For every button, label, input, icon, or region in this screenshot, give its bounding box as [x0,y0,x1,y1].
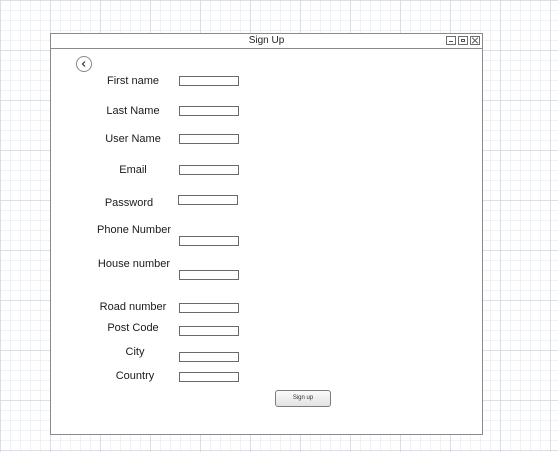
country-field[interactable] [179,372,239,382]
city-field[interactable] [179,352,239,362]
chevron-left-icon [81,61,86,67]
back-button[interactable] [76,56,92,72]
email-label: Email [119,164,147,176]
email-field[interactable] [179,165,239,175]
last-name-field[interactable] [179,106,239,116]
sign-up-button[interactable]: Sign up [275,390,331,407]
first-name-field[interactable] [179,76,239,86]
post-code-label: Post Code [107,322,159,334]
signup-window: Sign Up First name Last Name User Name E… [50,33,483,435]
country-label: Country [115,370,155,382]
post-code-field[interactable] [179,326,239,336]
city-label: City [125,346,145,358]
house-number-field[interactable] [179,270,239,280]
password-field[interactable] [178,195,238,205]
title-bar: Sign Up [51,34,482,49]
user-name-label: User Name [105,133,161,145]
maximize-icon[interactable] [458,36,468,45]
first-name-label: First name [107,75,159,87]
road-number-label: Road number [99,301,167,313]
last-name-label: Last Name [106,105,160,117]
close-icon[interactable] [470,36,480,45]
road-number-field[interactable] [179,303,239,313]
password-label: Password [104,197,154,209]
window-title: Sign Up [248,35,285,46]
house-number-label: House number [97,258,171,270]
user-name-field[interactable] [179,134,239,144]
minimize-icon[interactable] [446,36,456,45]
phone-number-field[interactable] [179,236,239,246]
phone-number-label: Phone Number [97,224,171,236]
